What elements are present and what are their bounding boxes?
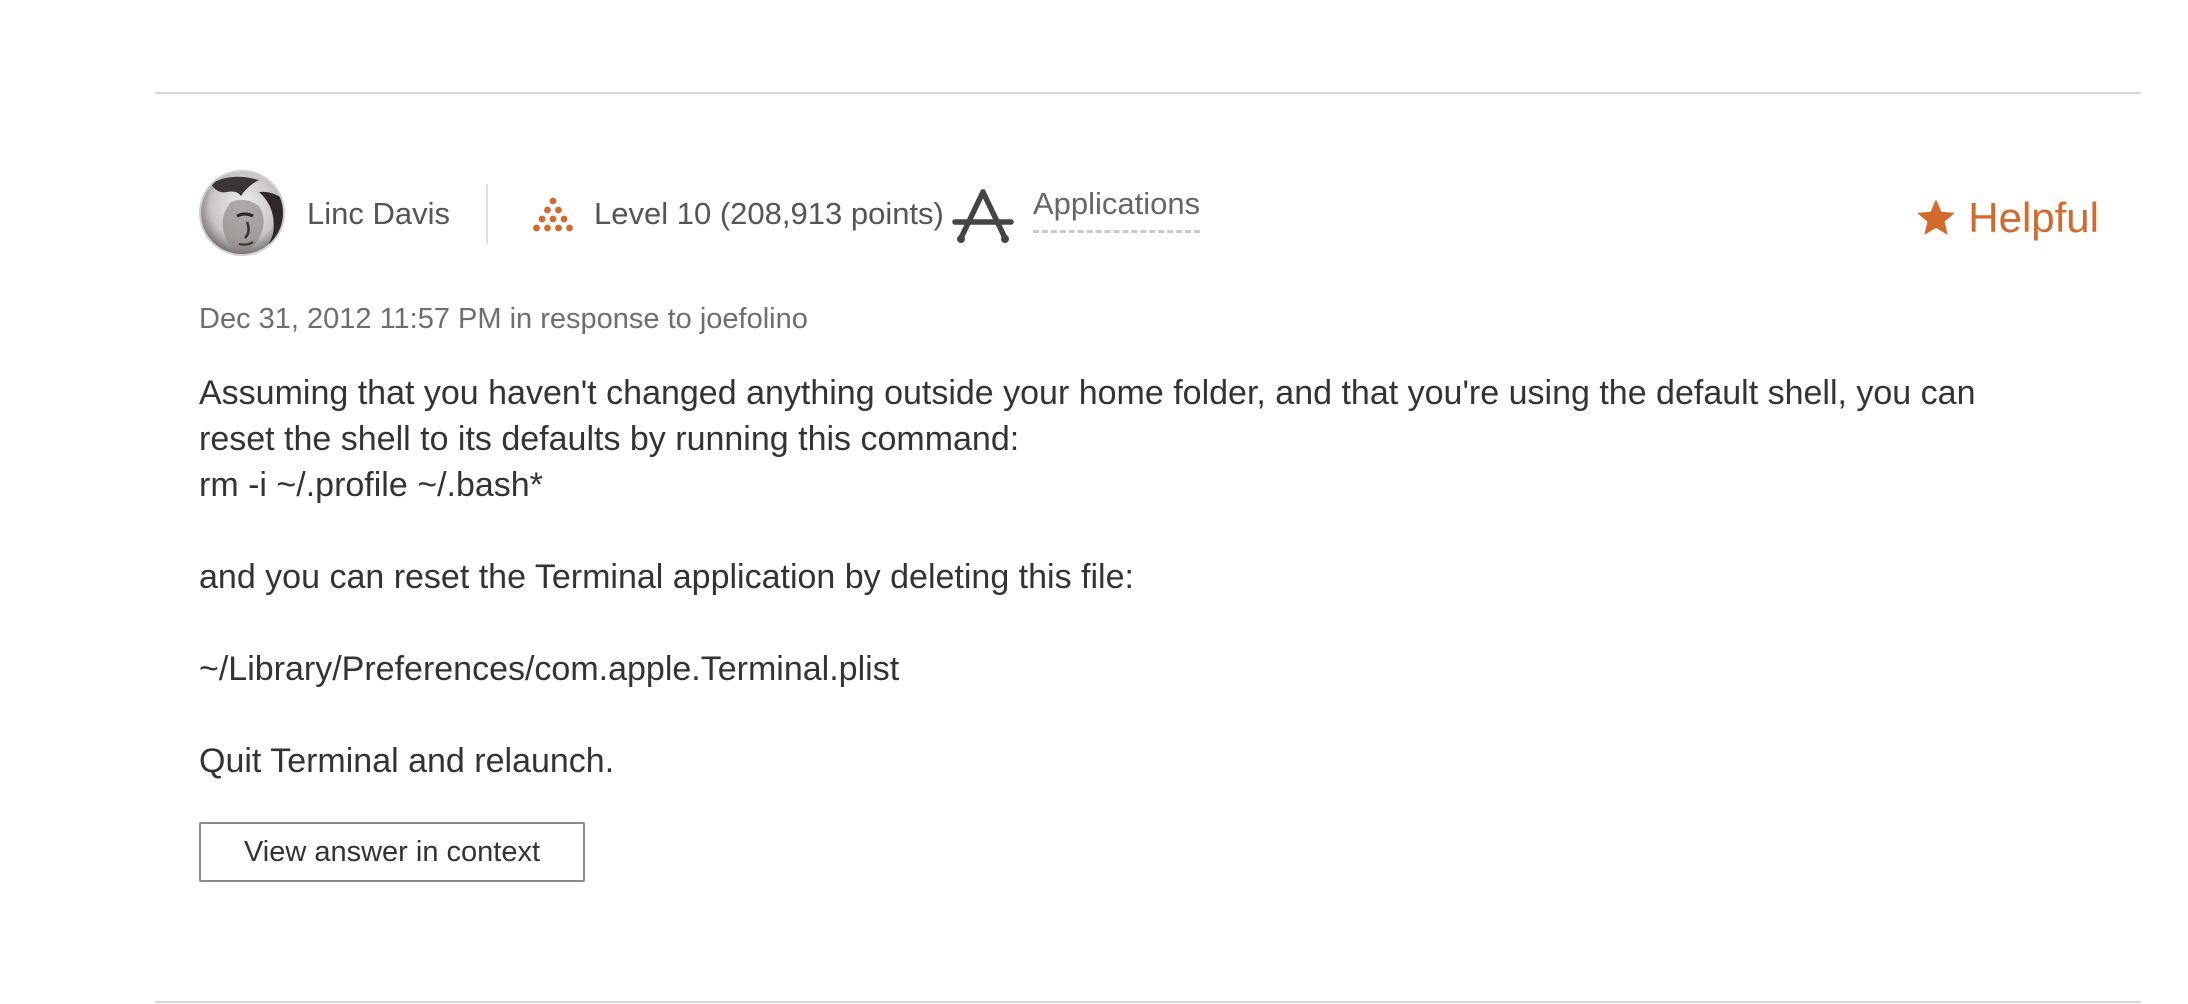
body-paragraph: Assuming that you haven't changed anythi… [199,374,1976,458]
app-store-icon [952,189,1014,243]
body-paragraph: Quit Terminal and relaunch. [199,742,615,780]
answer-body: Assuming that you haven't changed anythi… [199,370,2039,784]
answer-page: Linc Davis Level 10 (208,913 points) App… [0,0,2188,1004]
body-paragraph: and you can reset the Terminal applicati… [199,558,1134,596]
author-level: Level 10 (208,913 points) [594,196,944,232]
author-row: Linc Davis Level 10 (208,913 points) App… [199,170,2099,260]
bottom-divider [155,1001,2141,1003]
user-avatar[interactable] [199,170,285,256]
points-label: (208,913 points) [719,196,944,231]
helpful-button[interactable]: Helpful [1914,190,2099,246]
view-answer-in-context-button[interactable]: View answer in context [199,822,585,882]
author-divider [486,184,488,244]
level-pyramid-icon [533,197,573,232]
level-label: Level 10 [594,196,712,231]
community-link[interactable]: Applications [1033,186,1201,233]
top-divider [155,92,2141,94]
avatar-portrait [201,172,283,254]
body-file-path: ~/Library/Preferences/com.apple.Terminal… [199,650,900,688]
post-meta: Dec 31, 2012 11:57 PM in response to joe… [199,303,808,335]
helpful-label: Helpful [1968,194,2099,241]
star-icon [1917,199,1956,236]
body-command: rm -i ~/.profile ~/.bash* [199,466,543,504]
author-name[interactable]: Linc Davis [307,196,450,232]
